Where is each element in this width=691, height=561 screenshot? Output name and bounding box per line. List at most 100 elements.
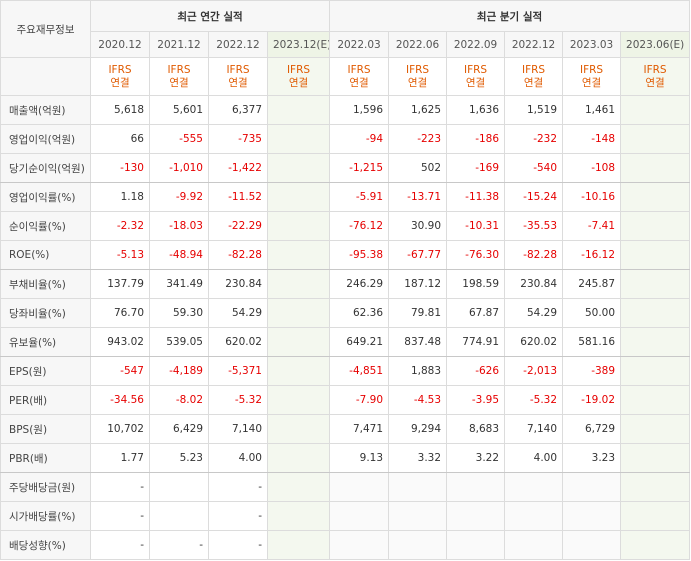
- value-cell: 6,377: [208, 95, 268, 125]
- ifrs-label: IFRS: [347, 63, 371, 76]
- value-cell: -76.30: [446, 240, 506, 270]
- value-cell: -95.38: [329, 240, 390, 270]
- value-cell: -4,851: [329, 356, 390, 386]
- value-cell: 7,471: [329, 414, 390, 444]
- value-cell: [562, 530, 622, 560]
- period-header: 2020.12: [90, 31, 150, 58]
- value-cell: [446, 501, 506, 531]
- table-row: EPS(원) -547 -4,189 -5,371 -4,851 1,883 -626 -2,…: [0, 356, 691, 386]
- accounting-standard-cell: IFRS 연결: [208, 57, 268, 96]
- value-cell: -16.12: [562, 240, 622, 270]
- value-cell: 837.48: [388, 327, 448, 357]
- value-cell: [266, 356, 331, 386]
- accounting-standard-cell: IFRS 연결: [266, 57, 331, 96]
- consolidated-label: 연결: [581, 76, 602, 89]
- value-cell: -1,422: [208, 153, 268, 183]
- value-cell: 6,729: [562, 414, 622, 444]
- accounting-standard-cell: IFRS 연결: [562, 57, 622, 96]
- table-row: 영업이익(억원) 66 -555 -735 -94 -223 -186 -232 -148: [0, 124, 691, 154]
- value-cell: [620, 414, 691, 444]
- value-cell: -555: [149, 124, 209, 154]
- ifrs-label: IFRS: [286, 63, 311, 76]
- value-cell: 502: [388, 153, 448, 183]
- table-row: 유보율(%) 943.02 539.05 620.02 649.21 837.48 774.…: [0, 327, 691, 357]
- value-cell: -186: [446, 124, 506, 154]
- value-cell: 137.79: [90, 269, 150, 299]
- value-cell: 230.84: [504, 269, 564, 299]
- value-cell: -: [208, 530, 268, 560]
- value-cell: [620, 472, 691, 502]
- ifrs-label: IFRS: [579, 63, 604, 76]
- value-cell: [504, 501, 564, 531]
- row-label: 유보율(%): [0, 327, 91, 357]
- value-cell: 620.02: [504, 327, 564, 357]
- value-cell: [266, 501, 331, 531]
- value-cell: 6,429: [149, 414, 209, 444]
- value-cell: 1.18: [90, 182, 150, 212]
- value-cell: 8,683: [446, 414, 506, 444]
- table-row: 당좌비율(%) 76.70 59.30 54.29 62.36 79.81 67.87 54.…: [0, 298, 691, 328]
- value-cell: 67.87: [446, 298, 506, 328]
- value-cell: 5,601: [149, 95, 209, 125]
- value-cell: 4.00: [208, 443, 268, 473]
- table-corner-title: 주요재무정보: [0, 0, 91, 58]
- period-header: 2022.03: [329, 31, 390, 58]
- value-cell: 198.59: [446, 269, 506, 299]
- value-cell: 4.00: [504, 443, 564, 473]
- value-cell: -76.12: [329, 211, 390, 241]
- value-cell: -547: [90, 356, 150, 386]
- value-cell: [620, 153, 691, 183]
- value-cell: 59.30: [149, 298, 209, 328]
- row-label: 영업이익(억원): [0, 124, 91, 154]
- value-cell: [266, 153, 331, 183]
- value-cell: [620, 182, 691, 212]
- value-cell: 1,883: [388, 356, 448, 386]
- value-cell: 7,140: [208, 414, 268, 444]
- period-header: 2022.12: [504, 31, 564, 58]
- value-cell: 9,294: [388, 414, 448, 444]
- value-cell: -34.56: [90, 385, 150, 415]
- table-row: 영업이익률(%) 1.18 -9.92 -11.52 -5.91 -13.71 -11.38…: [0, 182, 691, 212]
- value-cell: [266, 385, 331, 415]
- value-cell: 3.23: [562, 443, 622, 473]
- value-cell: 62.36: [329, 298, 390, 328]
- value-cell: -1,010: [149, 153, 209, 183]
- value-cell: 5,618: [90, 95, 150, 125]
- row-label: 시가배당률(%): [0, 501, 91, 531]
- value-cell: [266, 95, 331, 125]
- ifrs-corner: [0, 57, 91, 96]
- value-cell: -3.95: [446, 385, 506, 415]
- consolidated-label: 연결: [407, 76, 428, 89]
- value-cell: [620, 211, 691, 241]
- row-label: 영업이익률(%): [0, 182, 91, 212]
- value-cell: -82.28: [504, 240, 564, 270]
- value-cell: -8.02: [149, 385, 209, 415]
- value-cell: [620, 356, 691, 386]
- value-cell: [266, 327, 331, 357]
- value-cell: 187.12: [388, 269, 448, 299]
- value-cell: -: [208, 501, 268, 531]
- accounting-standard-cell: IFRS 연결: [388, 57, 448, 96]
- value-cell: -735: [208, 124, 268, 154]
- value-cell: [149, 472, 209, 502]
- value-cell: -18.03: [149, 211, 209, 241]
- value-cell: -4,189: [149, 356, 209, 386]
- value-cell: -10.16: [562, 182, 622, 212]
- value-cell: [620, 443, 691, 473]
- value-cell: -67.77: [388, 240, 448, 270]
- value-cell: -: [90, 530, 150, 560]
- row-label: 부채비율(%): [0, 269, 91, 299]
- value-cell: 581.16: [562, 327, 622, 357]
- value-cell: 1.77: [90, 443, 150, 473]
- value-cell: 30.90: [388, 211, 448, 241]
- row-label: PER(배): [0, 385, 91, 415]
- row-label: BPS(원): [0, 414, 91, 444]
- value-cell: 10,702: [90, 414, 150, 444]
- value-cell: [562, 501, 622, 531]
- table-row: PBR(배) 1.77 5.23 4.00 9.13 3.32 3.22 4.00 3.23: [0, 443, 691, 473]
- value-cell: 620.02: [208, 327, 268, 357]
- value-cell: -10.31: [446, 211, 506, 241]
- period-header: 2021.12: [149, 31, 209, 58]
- ifrs-label: IFRS: [226, 63, 250, 76]
- value-cell: [266, 472, 331, 502]
